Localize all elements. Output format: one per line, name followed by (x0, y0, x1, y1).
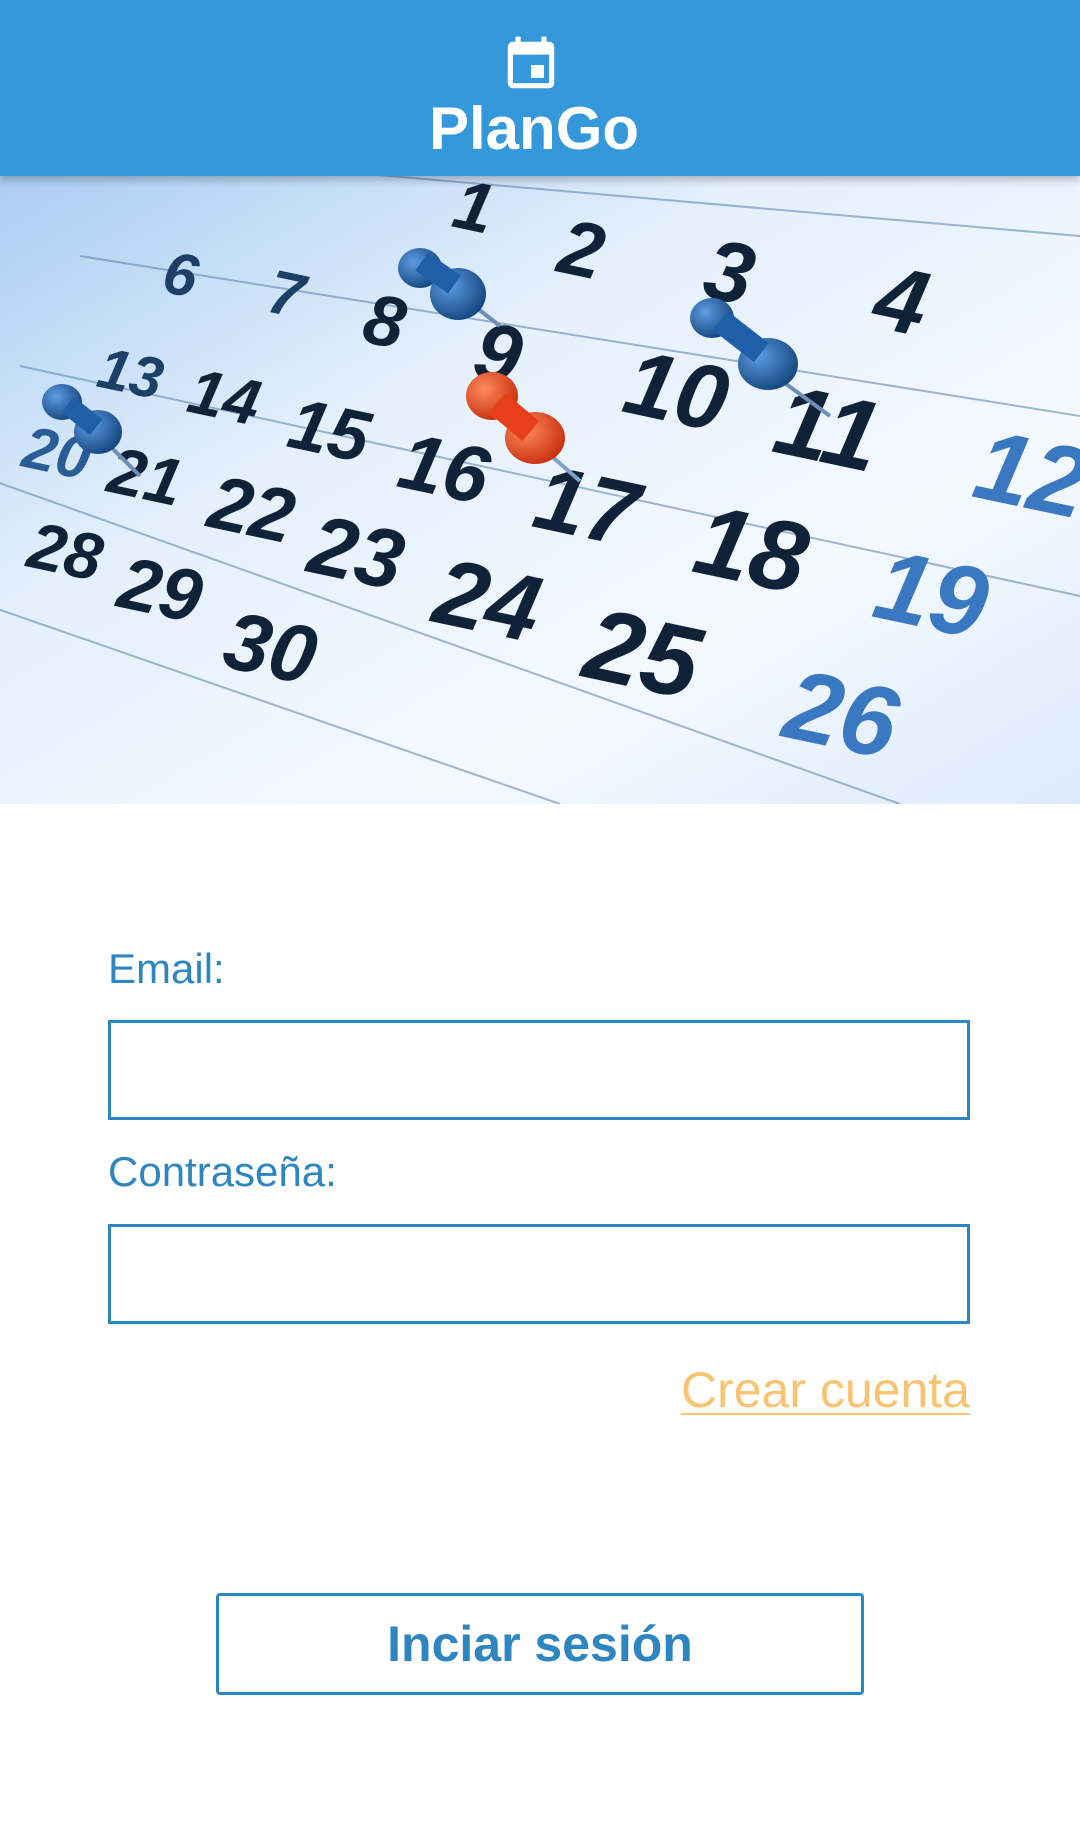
password-label: Contraseña: (108, 1148, 337, 1195)
svg-text:16: 16 (391, 416, 497, 522)
email-field[interactable] (108, 1020, 970, 1120)
svg-text:18: 18 (685, 483, 817, 616)
password-field[interactable] (108, 1224, 970, 1324)
login-button[interactable]: Inciar sesión (216, 1593, 864, 1695)
svg-text:30: 30 (216, 595, 324, 703)
app-title: PlanGo (428, 95, 640, 162)
app-header: PlanGo (0, 0, 1080, 176)
svg-text:13: 13 (92, 335, 169, 412)
svg-text:25: 25 (573, 586, 711, 722)
svg-text:10: 10 (616, 331, 737, 452)
calendar-icon (507, 36, 555, 89)
create-account-link[interactable]: Crear cuenta (600, 1360, 970, 1420)
svg-text:24: 24 (424, 537, 550, 662)
calendar-hero-image: 1 2 3 4 6 7 8 9 10 11 12 13 14 15 16 17 … (0, 176, 1080, 804)
svg-text:19: 19 (865, 528, 997, 661)
login-screen: PlanGo 1 2 3 4 6 7 8 9 10 11 12 13 14 15… (0, 0, 1080, 1840)
svg-text:14: 14 (182, 354, 267, 439)
email-label: Email: (108, 945, 225, 992)
calendar-photo: 1 2 3 4 6 7 8 9 10 11 12 13 14 15 16 17 … (0, 176, 1080, 804)
